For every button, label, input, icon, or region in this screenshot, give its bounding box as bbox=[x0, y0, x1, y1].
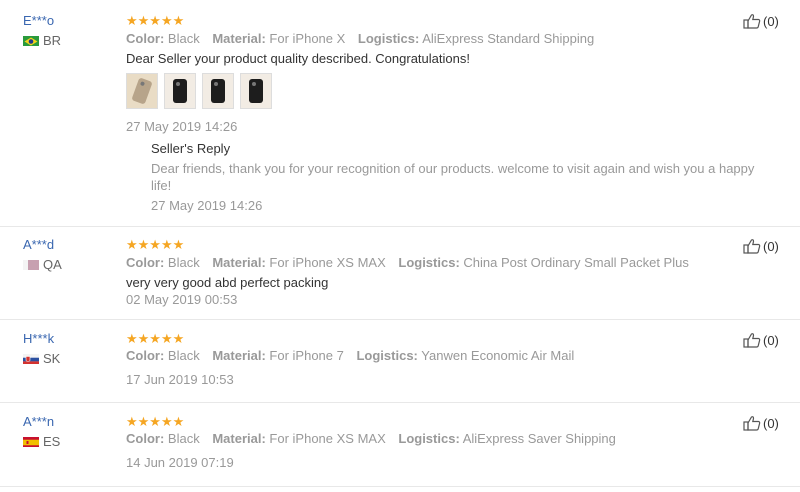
thumbs-up-icon bbox=[743, 333, 761, 348]
helpful-count: (0) bbox=[763, 332, 779, 348]
reviewer-name[interactable]: A***d bbox=[23, 236, 62, 254]
helpful-button[interactable]: (0) bbox=[743, 415, 779, 431]
country-code: ES bbox=[43, 434, 61, 449]
logistics-label: Logistics: bbox=[398, 431, 460, 446]
color-value: Black bbox=[167, 31, 200, 46]
material-value: For iPhone XS MAX bbox=[269, 255, 386, 270]
flag-sk-icon bbox=[23, 353, 39, 364]
review-photos bbox=[126, 73, 272, 109]
reviewer-info: H***k SK bbox=[23, 330, 60, 366]
flag-qa-icon bbox=[23, 259, 39, 270]
reviewer-info: A***n ES bbox=[23, 413, 60, 449]
country-code: QA bbox=[43, 257, 62, 272]
material-label: Material: bbox=[212, 31, 266, 46]
review-photo-thumbnail[interactable] bbox=[126, 73, 158, 109]
thumbs-up-icon bbox=[743, 239, 761, 254]
star-rating: ★★★★★ bbox=[126, 331, 185, 346]
material-value: For iPhone X bbox=[269, 31, 346, 46]
flag-br-icon bbox=[23, 35, 39, 46]
material-label: Material: bbox=[212, 255, 266, 270]
logistics-label: Logistics: bbox=[398, 255, 460, 270]
seller-reply-title: Seller's Reply bbox=[151, 141, 231, 156]
logistics-value: Yanwen Economic Air Mail bbox=[421, 348, 575, 363]
helpful-button[interactable]: (0) bbox=[743, 332, 779, 348]
thumbs-up-icon bbox=[743, 14, 761, 29]
review-item: E***o BR ★★★★★ Color: Black Material: Fo… bbox=[0, 0, 800, 227]
color-label: Color: bbox=[126, 431, 165, 446]
logistics-value: AliExpress Saver Shipping bbox=[462, 431, 616, 446]
flag-es-icon bbox=[23, 436, 39, 447]
color-value: Black bbox=[167, 431, 200, 446]
country-code: SK bbox=[43, 351, 61, 366]
review-photo-thumbnail[interactable] bbox=[164, 73, 196, 109]
review-attributes: Color: Black Material: For iPhone XS MAX… bbox=[126, 254, 698, 272]
reviewer-name[interactable]: A***n bbox=[23, 413, 60, 431]
material-value: For iPhone 7 bbox=[269, 348, 344, 363]
color-label: Color: bbox=[126, 348, 165, 363]
star-rating: ★★★★★ bbox=[126, 237, 185, 252]
reviewer-name[interactable]: H***k bbox=[23, 330, 60, 348]
review-item: A***n ES ★★★★★ Color: Black Material: Fo… bbox=[0, 402, 800, 487]
review-date: 17 Jun 2019 10:53 bbox=[126, 372, 234, 387]
helpful-button[interactable]: (0) bbox=[743, 13, 779, 29]
review-attributes: Color: Black Material: For iPhone 7 Logi… bbox=[126, 347, 583, 365]
review-text: very very good abd perfect packing bbox=[126, 275, 329, 290]
country-code: BR bbox=[43, 33, 62, 48]
logistics-label: Logistics: bbox=[357, 31, 420, 46]
color-value: Black bbox=[167, 255, 200, 270]
review-attributes: Color: Black Material: For iPhone XS MAX… bbox=[126, 430, 625, 448]
color-label: Color: bbox=[126, 255, 165, 270]
reviewer-info: E***o BR bbox=[23, 12, 61, 48]
logistics-value: China Post Ordinary Small Packet Plus bbox=[463, 255, 689, 270]
review-text: Dear Seller your product quality describ… bbox=[126, 51, 470, 66]
review-date: 02 May 2019 00:53 bbox=[126, 292, 238, 307]
review-photo-thumbnail[interactable] bbox=[240, 73, 272, 109]
helpful-count: (0) bbox=[763, 415, 779, 431]
review-date: 14 Jun 2019 07:19 bbox=[126, 455, 234, 470]
color-value: Black bbox=[167, 348, 200, 363]
review-photo-thumbnail[interactable] bbox=[202, 73, 234, 109]
star-rating: ★★★★★ bbox=[126, 13, 185, 28]
helpful-count: (0) bbox=[763, 13, 779, 29]
thumbs-up-icon bbox=[743, 416, 761, 431]
material-label: Material: bbox=[212, 348, 266, 363]
material-label: Material: bbox=[212, 431, 266, 446]
review-attributes: Color: Black Material: For iPhone X Logi… bbox=[126, 30, 603, 48]
review-item: A***d QA ★★★★★ Color: Black Material: Fo… bbox=[0, 226, 800, 320]
seller-reply-text: Dear friends, thank you for your recogni… bbox=[151, 161, 755, 193]
reviewer-country: ES bbox=[23, 434, 60, 449]
reviewer-info: A***d QA bbox=[23, 236, 62, 272]
review-date: 27 May 2019 14:26 bbox=[126, 119, 238, 134]
helpful-button[interactable]: (0) bbox=[743, 238, 779, 254]
seller-reply-date: 27 May 2019 14:26 bbox=[151, 198, 263, 213]
reviewer-country: BR bbox=[23, 33, 61, 48]
reviewer-country: SK bbox=[23, 351, 60, 366]
star-rating: ★★★★★ bbox=[126, 414, 185, 429]
logistics-value: AliExpress Standard Shipping bbox=[422, 31, 595, 46]
reviewer-name[interactable]: E***o bbox=[23, 12, 61, 30]
reviewer-country: QA bbox=[23, 257, 62, 272]
review-item: H***k SK ★★★★★ Color: Black Material: Fo… bbox=[0, 319, 800, 403]
helpful-count: (0) bbox=[763, 238, 779, 254]
color-label: Color: bbox=[126, 31, 165, 46]
material-value: For iPhone XS MAX bbox=[269, 431, 386, 446]
logistics-label: Logistics: bbox=[356, 348, 418, 363]
